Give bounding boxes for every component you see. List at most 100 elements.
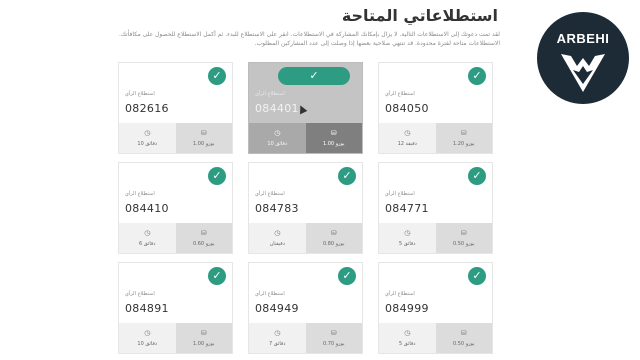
- survey-category: استطلاع الرأي: [255, 91, 285, 97]
- arbehi-logo: ARBEHI: [537, 12, 629, 104]
- survey-id: 084401: [255, 102, 299, 115]
- survey-card[interactable]: ✓ استطلاع الرأي 084771 ◷ دقائق 5 ⛁ يورو …: [378, 162, 493, 254]
- reward-label: يورو 1.20: [452, 141, 475, 147]
- survey-reward: ⛁ يورو 0.60: [175, 223, 232, 253]
- duration-label: دقائق 7: [269, 341, 286, 347]
- survey-duration: ◷ دقائق 5: [379, 323, 436, 353]
- survey-card-body[interactable]: ✓ استطلاع الرأي 084401: [249, 63, 362, 123]
- reward-label: يورو 0.50: [452, 341, 475, 347]
- coins-icon: ⛁: [330, 229, 337, 237]
- reward-label: يورو 0.70: [322, 341, 345, 347]
- survey-id: 084949: [255, 302, 299, 315]
- clock-icon: ◷: [144, 329, 151, 337]
- reward-label: يورو 1.00: [192, 141, 215, 147]
- reward-label: يورو 0.80: [322, 241, 345, 247]
- survey-card[interactable]: ✓ استطلاع الرأي 084783 ◷ دقيقتان ⛁ يورو …: [248, 162, 363, 254]
- duration-label: دقائق 5: [399, 341, 416, 347]
- survey-duration: ◷ دقائق 6: [119, 223, 176, 253]
- survey-card[interactable]: ✓ استطلاع الرأي 084401 ◷ دقائق 10 ⛁ يورو…: [248, 62, 363, 154]
- clock-icon: ◷: [404, 129, 411, 137]
- duration-label: دقائق 10: [267, 141, 288, 147]
- duration-label: دقيقة 12: [397, 141, 417, 147]
- survey-card-body[interactable]: ✓ استطلاع الرأي 084999: [379, 263, 492, 323]
- check-circle-icon: ✓: [468, 67, 486, 85]
- survey-reward: ⛁ يورو 0.50: [435, 323, 492, 353]
- survey-reward: ⛁ يورو 0.70: [305, 323, 362, 353]
- wings-logo-icon: [561, 54, 605, 92]
- survey-card-body[interactable]: ✓ استطلاع الرأي 084891: [119, 263, 232, 323]
- survey-id: 084891: [125, 302, 169, 315]
- clock-icon: ◷: [404, 329, 411, 337]
- survey-card-body[interactable]: ✓ استطلاع الرأي 084783: [249, 163, 362, 223]
- check-circle-icon: ✓: [278, 67, 350, 85]
- survey-id: 084050: [385, 102, 429, 115]
- survey-card[interactable]: ✓ استطلاع الرأي 082616 ◷ دقائق 10 ⛁ يورو…: [118, 62, 233, 154]
- survey-card-footer: ◷ دقائق 10 ⛁ يورو 1.00: [119, 323, 232, 353]
- survey-card[interactable]: ✓ استطلاع الرأي 084410 ◷ دقائق 6 ⛁ يورو …: [118, 162, 233, 254]
- survey-duration: ◷ دقيقتان: [249, 223, 306, 253]
- reward-label: يورو 0.50: [452, 241, 475, 247]
- duration-label: دقائق 5: [399, 241, 416, 247]
- reward-label: يورو 1.00: [322, 141, 345, 147]
- logo-text: ARBEHI: [556, 31, 610, 46]
- survey-card-footer: ◷ دقائق 10 ⛁ يورو 1.00: [119, 123, 232, 153]
- survey-card-body[interactable]: ✓ استطلاع الرأي 082616: [119, 63, 232, 123]
- survey-duration: ◷ دقائق 5: [379, 223, 436, 253]
- coins-icon: ⛁: [460, 329, 467, 337]
- survey-id: 084410: [125, 202, 169, 215]
- survey-card-footer: ◷ دقائق 5 ⛁ يورو 0.50: [379, 323, 492, 353]
- survey-reward: ⛁ يورو 0.80: [305, 223, 362, 253]
- survey-category: استطلاع الرأي: [385, 291, 415, 297]
- survey-card[interactable]: ✓ استطلاع الرأي 084999 ◷ دقائق 5 ⛁ يورو …: [378, 262, 493, 354]
- survey-category: استطلاع الرأي: [385, 191, 415, 197]
- coins-icon: ⛁: [330, 129, 337, 137]
- clock-icon: ◷: [274, 229, 281, 237]
- survey-card-footer: ◷ دقيقة 12 ⛁ يورو 1.20: [379, 123, 492, 153]
- clock-icon: ◷: [144, 229, 151, 237]
- survey-category: استطلاع الرأي: [385, 91, 415, 97]
- clock-icon: ◷: [274, 329, 281, 337]
- coins-icon: ⛁: [200, 329, 207, 337]
- survey-card-footer: ◷ دقائق 10 ⛁ يورو 1.00: [249, 123, 362, 153]
- coins-icon: ⛁: [330, 329, 337, 337]
- survey-duration: ◷ دقائق 10: [119, 323, 176, 353]
- survey-duration: ◷ دقائق 7: [249, 323, 306, 353]
- coins-icon: ⛁: [200, 129, 207, 137]
- survey-card[interactable]: ✓ استطلاع الرأي 084050 ◷ دقيقة 12 ⛁ يورو…: [378, 62, 493, 154]
- survey-id: 084771: [385, 202, 429, 215]
- survey-reward: ⛁ يورو 1.20: [435, 123, 492, 153]
- reward-label: يورو 1.00: [192, 341, 215, 347]
- check-circle-icon: ✓: [338, 267, 356, 285]
- survey-category: استطلاع الرأي: [125, 91, 155, 97]
- survey-duration: ◷ دقيقة 12: [379, 123, 436, 153]
- survey-duration: ◷ دقائق 10: [249, 123, 306, 153]
- coins-icon: ⛁: [460, 229, 467, 237]
- duration-label: دقائق 10: [137, 141, 158, 147]
- survey-card-body[interactable]: ✓ استطلاع الرأي 084050: [379, 63, 492, 123]
- survey-card-footer: ◷ دقائق 6 ⛁ يورو 0.60: [119, 223, 232, 253]
- coins-icon: ⛁: [200, 229, 207, 237]
- survey-id: 084783: [255, 202, 299, 215]
- survey-category: استطلاع الرأي: [255, 191, 285, 197]
- survey-card-footer: ◷ دقائق 7 ⛁ يورو 0.70: [249, 323, 362, 353]
- survey-category: استطلاع الرأي: [125, 291, 155, 297]
- survey-category: استطلاع الرأي: [255, 291, 285, 297]
- check-circle-icon: ✓: [208, 267, 226, 285]
- reward-label: يورو 0.60: [192, 241, 215, 247]
- survey-reward: ⛁ يورو 0.50: [435, 223, 492, 253]
- survey-reward: ⛁ يورو 1.00: [175, 123, 232, 153]
- survey-card-body[interactable]: ✓ استطلاع الرأي 084771: [379, 163, 492, 223]
- survey-card[interactable]: ✓ استطلاع الرأي 084891 ◷ دقائق 10 ⛁ يورو…: [118, 262, 233, 354]
- duration-label: دقيقتان: [269, 241, 285, 247]
- clock-icon: ◷: [404, 229, 411, 237]
- survey-card-body[interactable]: ✓ استطلاع الرأي 084410: [119, 163, 232, 223]
- check-circle-icon: ✓: [468, 267, 486, 285]
- survey-card-footer: ◷ دقائق 5 ⛁ يورو 0.50: [379, 223, 492, 253]
- coins-icon: ⛁: [460, 129, 467, 137]
- survey-card-body[interactable]: ✓ استطلاع الرأي 084949: [249, 263, 362, 323]
- check-circle-icon: ✓: [208, 167, 226, 185]
- survey-reward: ⛁ يورو 1.00: [305, 123, 362, 153]
- survey-category: استطلاع الرأي: [125, 191, 155, 197]
- clock-icon: ◷: [274, 129, 281, 137]
- survey-card[interactable]: ✓ استطلاع الرأي 084949 ◷ دقائق 7 ⛁ يورو …: [248, 262, 363, 354]
